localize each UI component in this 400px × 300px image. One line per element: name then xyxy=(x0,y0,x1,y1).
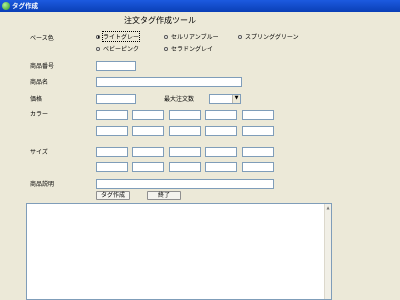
page-title: 注文タグ作成ツール xyxy=(124,16,196,25)
color-input-7[interactable] xyxy=(132,126,164,136)
color-input-8[interactable] xyxy=(169,126,201,136)
output-textarea[interactable]: ▲ xyxy=(26,203,332,300)
size-label: サイズ xyxy=(30,149,48,156)
size-input-10[interactable] xyxy=(242,162,274,172)
radio-dot-icon xyxy=(164,46,168,51)
product-number-label: 商品番号 xyxy=(30,63,55,70)
chevron-down-icon[interactable]: ▼ xyxy=(232,95,240,103)
color-input-3[interactable] xyxy=(169,110,201,120)
size-input-4[interactable] xyxy=(205,147,237,157)
radio-celadon-gray[interactable]: セラドングレイ xyxy=(164,44,213,53)
color-input-9[interactable] xyxy=(205,126,237,136)
title-bar: タグ作成 xyxy=(0,0,400,12)
description-label: 商品説明 xyxy=(30,181,55,188)
radio-dot-icon xyxy=(238,34,242,39)
size-input-9[interactable] xyxy=(205,162,237,172)
color-input-10[interactable] xyxy=(242,126,274,136)
size-input-3[interactable] xyxy=(169,147,201,157)
radio-dot-icon xyxy=(96,34,100,39)
color-input-5[interactable] xyxy=(242,110,274,120)
price-input[interactable] xyxy=(96,94,136,104)
base-color-label: ベース色 xyxy=(30,35,54,42)
color-input-2[interactable] xyxy=(132,110,164,120)
size-input-6[interactable] xyxy=(96,162,128,172)
radio-spring-green[interactable]: スプリンググリーン xyxy=(238,32,299,41)
color-input-1[interactable] xyxy=(96,110,128,120)
color-label: カラー xyxy=(30,111,49,118)
description-input[interactable] xyxy=(96,179,274,189)
color-input-6[interactable] xyxy=(96,126,128,136)
size-input-1[interactable] xyxy=(96,147,128,157)
exit-button[interactable]: 終了 xyxy=(147,191,181,200)
size-input-7[interactable] xyxy=(132,162,164,172)
size-input-8[interactable] xyxy=(169,162,201,172)
radio-light-gray[interactable]: ライトグレー xyxy=(96,30,141,43)
app-leaf-icon xyxy=(2,2,10,10)
max-order-select[interactable]: ▼ xyxy=(209,94,241,104)
size-input-2[interactable] xyxy=(132,147,164,157)
vertical-scrollbar[interactable]: ▲ xyxy=(324,204,331,299)
color-input-4[interactable] xyxy=(205,110,237,120)
scroll-up-arrow-icon[interactable]: ▲ xyxy=(325,204,331,211)
product-name-input[interactable] xyxy=(96,77,242,87)
product-number-input[interactable] xyxy=(96,61,136,71)
product-name-label: 商品名 xyxy=(30,79,49,86)
create-tag-button[interactable]: タグ作成 xyxy=(96,191,130,200)
radio-dot-icon xyxy=(164,34,168,39)
window-title: タグ作成 xyxy=(12,2,38,10)
radio-cerulean-blue[interactable]: セルリアンブルー xyxy=(164,32,219,41)
price-label: 価格 xyxy=(30,96,43,103)
radio-baby-pink[interactable]: ベビーピンク xyxy=(96,44,139,53)
size-input-5[interactable] xyxy=(242,147,274,157)
max-order-label: 最大注文数 xyxy=(164,96,195,103)
radio-dot-icon xyxy=(96,46,100,51)
